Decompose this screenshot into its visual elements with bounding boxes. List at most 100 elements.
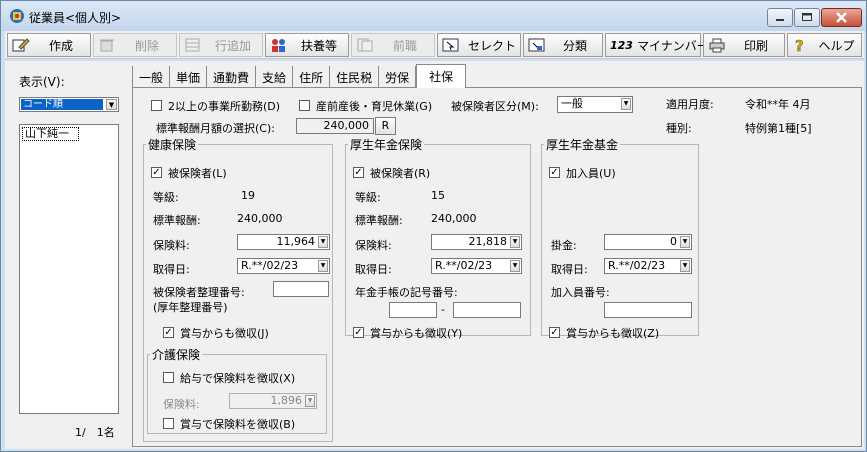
delete-icon — [100, 39, 114, 52]
care-bonus-label: 賞与で保険料を徴収(B) — [180, 418, 296, 431]
select-icon — [442, 38, 459, 52]
tab-commute[interactable]: 通勤費 — [207, 66, 257, 88]
fund-bonus-label: 賞与からも徴収(Z) — [566, 327, 660, 340]
pension-insured-checkbox[interactable]: ✓ — [353, 167, 364, 178]
insured-type-select[interactable]: 一般 ▼ — [557, 96, 633, 113]
list-item[interactable]: 山下純一 — [22, 127, 79, 141]
care-premium-label: 保険料: — [163, 398, 200, 411]
health-number-field[interactable] — [273, 281, 329, 297]
apply-month-value: 令和**年 4月 — [745, 98, 811, 111]
care-salary-checkbox[interactable] — [163, 372, 174, 383]
apply-month-label: 適用月度: — [666, 98, 714, 111]
health-insured-checkbox[interactable]: ✓ — [151, 167, 162, 178]
help-button[interactable]: ? ヘルプ — [787, 33, 862, 57]
chevron-down-icon: ▼ — [318, 236, 328, 248]
pension-book-label: 年金手帳の記号番号: — [355, 286, 458, 299]
chevron-down-icon: ▼ — [318, 260, 328, 272]
tab-unit-price[interactable]: 単価 — [170, 66, 208, 88]
tab-address[interactable]: 住所 — [293, 66, 331, 88]
tab-labor-insurance[interactable]: 労保 — [379, 66, 417, 88]
health-grade-label: 等級: — [153, 191, 179, 204]
pension-book-symbol-field[interactable] — [389, 302, 437, 318]
print-button[interactable]: 印刷 — [703, 33, 785, 57]
display-label: 表示(V): — [19, 75, 65, 89]
kind-label: 種別: — [666, 122, 692, 135]
employee-listbox[interactable]: 山下純一 — [19, 124, 119, 414]
maximize-button[interactable] — [794, 8, 820, 27]
health-premium-field[interactable]: 11,964 ▼ — [237, 234, 330, 250]
chevron-down-icon: ▼ — [106, 99, 117, 110]
pension-grade-label: 等級: — [355, 191, 381, 204]
insured-type-label: 被保険者区分(M): — [451, 100, 539, 113]
sort-order-value: コード順 — [21, 99, 103, 110]
chevron-down-icon: ▼ — [680, 236, 690, 248]
pension-insurance-legend: 厚生年金保険 — [350, 138, 423, 152]
dependents-button[interactable]: 扶養等 — [265, 33, 349, 57]
care-insurance-legend: 介護保険 — [152, 348, 201, 362]
previous-job-button[interactable]: 前職 — [351, 33, 435, 57]
maternity-label: 産前産後・育児休業(G) — [316, 100, 433, 113]
health-number-sub: (厚年整理番号) — [153, 301, 228, 314]
toolbar: 作成 削除 行追加 扶養等 前職 セレクト 分類 123 マイナンバー 印刷 ?… — [5, 31, 864, 59]
pension-premium-label: 保険料: — [355, 239, 392, 252]
health-grade-value: 19 — [241, 189, 255, 202]
delete-button[interactable]: 削除 — [93, 33, 177, 57]
tab-resident-tax[interactable]: 住民税 — [330, 66, 380, 88]
mynumber-button[interactable]: 123 マイナンバー — [605, 33, 709, 57]
fund-member-no-label: 加入員番号: — [551, 286, 610, 299]
fund-member-checkbox[interactable]: ✓ — [549, 167, 560, 178]
pension-bonus-checkbox[interactable]: ✓ — [353, 327, 364, 338]
multi-office-checkbox[interactable] — [151, 100, 162, 111]
add-row-button[interactable]: 行追加 — [179, 33, 263, 57]
fund-bonus-checkbox[interactable]: ✓ — [549, 327, 560, 338]
kind-value: 特例第1種[5] — [745, 122, 812, 135]
mynumber-icon: 123 — [610, 38, 633, 52]
health-acquired-label: 取得日: — [153, 263, 190, 276]
care-premium-field: 1,896 ▼ — [229, 393, 317, 409]
tab-payment[interactable]: 支給 — [256, 66, 294, 88]
maternity-checkbox[interactable] — [299, 100, 310, 111]
tab-social-insurance[interactable]: 社保 — [416, 64, 467, 88]
chevron-down-icon: ▼ — [680, 260, 690, 272]
fund-acquired-date[interactable]: R.**/02/23 ▼ — [604, 258, 692, 274]
create-button[interactable]: 作成 — [7, 33, 91, 57]
health-insurance-legend: 健康保険 — [148, 138, 197, 152]
sort-order-select[interactable]: コード順 ▼ — [19, 97, 119, 112]
classify-button[interactable]: 分類 — [523, 33, 603, 57]
select-button[interactable]: セレクト — [437, 33, 521, 57]
social-insurance-panel: 2以上の事業所勤務(D) 産前産後・育児休業(G) 被保険者区分(M): 一般 … — [132, 87, 862, 447]
maximize-icon — [802, 13, 812, 21]
health-number-label: 被保険者整理番号: — [153, 286, 245, 299]
pension-book-number-field[interactable] — [453, 302, 521, 318]
fund-contribution-field[interactable]: 0 ▼ — [604, 234, 692, 250]
add-row-icon — [185, 38, 200, 52]
health-insured-label: 被保険者(L) — [168, 167, 227, 180]
fund-member-no-field[interactable] — [604, 302, 692, 318]
employee-list-panel: 表示(V): コード順 ▼ 山下純一 1/ 1名 — [5, 61, 127, 449]
classify-icon — [528, 38, 545, 52]
pension-premium-field[interactable]: 21,818 ▼ — [431, 234, 522, 250]
standard-selection-field: 240,000 — [296, 118, 374, 134]
tab-general[interactable]: 一般 — [132, 66, 171, 88]
pension-std-value: 240,000 — [431, 212, 477, 225]
pension-book-separator: - — [441, 303, 445, 316]
close-button[interactable] — [821, 8, 862, 27]
minimize-button[interactable] — [767, 8, 793, 27]
window-title: 従業員<個人別> — [29, 11, 122, 25]
standard-select-r-button[interactable]: R — [375, 117, 396, 135]
health-std-value: 240,000 — [237, 212, 283, 225]
pension-std-label: 標準報酬: — [355, 214, 403, 227]
create-icon — [12, 38, 30, 52]
printer-icon — [709, 38, 725, 53]
pension-acquired-date[interactable]: R.**/02/23 ▼ — [431, 258, 522, 274]
minimize-icon — [776, 19, 784, 21]
health-premium-label: 保険料: — [153, 239, 190, 252]
care-bonus-checkbox[interactable] — [163, 418, 174, 429]
previous-job-icon — [357, 38, 373, 52]
title-bar[interactable]: 従業員<個人別> — [1, 1, 866, 31]
health-bonus-label: 賞与からも徴収(J) — [180, 327, 269, 340]
health-acquired-date[interactable]: R.**/02/23 ▼ — [237, 258, 330, 274]
chevron-down-icon: ▼ — [510, 260, 520, 272]
pension-fund-legend: 厚生年金基金 — [546, 138, 619, 152]
health-bonus-checkbox[interactable]: ✓ — [163, 327, 174, 338]
